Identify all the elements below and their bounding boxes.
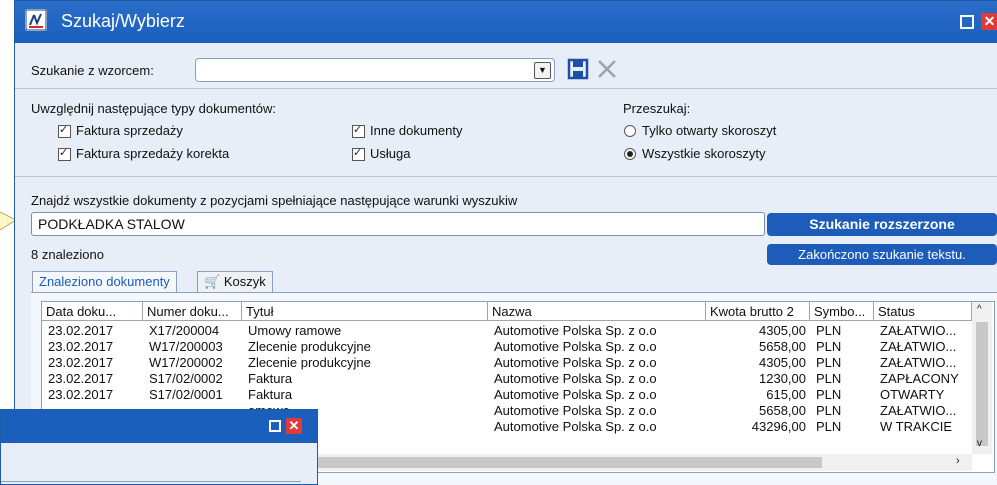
table-cell[interactable]: 23.02.2017 — [48, 339, 143, 355]
overlay-window: ✕ — [0, 409, 318, 485]
scrollbar-thumb[interactable] — [302, 457, 822, 468]
checkbox-label: Faktura sprzedaży — [76, 123, 183, 138]
table-cell[interactable]: 1230,00 — [710, 371, 806, 387]
table-cell[interactable]: PLN — [816, 371, 872, 387]
clear-x-icon[interactable] — [595, 57, 619, 81]
checkbox-label: Faktura sprzedaży korekta — [76, 146, 230, 161]
table-cell[interactable]: PLN — [816, 403, 872, 419]
table-cell[interactable]: Automotive Polska Sp. z o.o — [494, 339, 706, 355]
conditions-label: Znajdź wszystkie dokumenty z pozycjami s… — [31, 193, 518, 208]
table-cell[interactable]: 23.02.2017 — [48, 323, 143, 339]
table-cell[interactable]: PLN — [816, 339, 872, 355]
table-cell[interactable]: Automotive Polska Sp. z o.o — [494, 387, 706, 403]
table-cell[interactable]: PLN — [816, 323, 872, 339]
tab-found-documents[interactable]: Znaleziono dokumenty — [32, 271, 177, 293]
column-header-status[interactable]: Status — [874, 302, 972, 321]
separator — [15, 88, 997, 89]
scrollbar-thumb[interactable] — [976, 322, 988, 446]
table-cell[interactable]: ZAŁATWIO... — [880, 339, 970, 355]
table-cell[interactable]: 5658,00 — [710, 403, 806, 419]
table-cell[interactable]: 5658,00 — [710, 339, 806, 355]
found-count: 8 znaleziono — [31, 247, 104, 262]
table-cell[interactable]: Faktura — [248, 387, 488, 403]
search-in-label: Przeszukaj: — [623, 101, 691, 116]
table-cell[interactable]: 615,00 — [710, 387, 806, 403]
table-cell[interactable]: ZAŁATWIO... — [880, 403, 970, 419]
title-bar: Szukaj/Wybierz ✕ — [15, 1, 997, 43]
separator — [1, 481, 301, 482]
table-cell[interactable]: Umowy ramowe — [248, 323, 488, 339]
radio-all-workbooks[interactable] — [624, 148, 636, 160]
table-cell[interactable]: S17/02/0001 — [149, 387, 244, 403]
table-cell[interactable]: 23.02.2017 — [48, 387, 143, 403]
overlay-title-bar: ✕ — [1, 410, 317, 443]
separator — [15, 176, 997, 177]
vertical-scrollbar[interactable]: ^ v — [972, 302, 992, 454]
table-cell[interactable]: W TRAKCIE — [880, 419, 970, 435]
table-cell[interactable]: Automotive Polska Sp. z o.o — [494, 323, 706, 339]
table-cell[interactable]: Faktura — [248, 371, 488, 387]
scroll-down-icon[interactable]: v — [977, 438, 982, 449]
dropdown-arrow-icon[interactable]: ▼ — [534, 62, 551, 79]
checkbox-inne-dokumenty[interactable] — [352, 123, 365, 138]
table-cell[interactable]: OTWARTY — [880, 387, 970, 403]
table-cell[interactable]: 23.02.2017 — [48, 355, 143, 371]
table-cell[interactable]: S17/02/0002 — [149, 371, 244, 387]
checkbox-usluga[interactable] — [352, 146, 365, 161]
tab-basket[interactable]: 🛒 Koszyk — [197, 271, 273, 293]
search-input[interactable]: PODKŁADKA STALOW — [31, 212, 765, 236]
tab-label: Koszyk — [223, 274, 266, 289]
column-header-number[interactable]: Numer doku... — [143, 302, 242, 321]
table-cell[interactable]: 43296,00 — [710, 419, 806, 435]
table-cell[interactable]: 23.02.2017 — [48, 371, 143, 387]
scroll-right-icon[interactable]: › — [956, 455, 960, 467]
column-header-title[interactable]: Tytuł — [242, 302, 488, 321]
table-cell[interactable]: ZAPŁACONY — [880, 371, 970, 387]
table-cell[interactable]: Automotive Polska Sp. z o.o — [494, 419, 706, 435]
table-cell[interactable]: Zlecenie produkcyjne — [248, 355, 488, 371]
save-icon[interactable] — [567, 58, 589, 80]
table-cell[interactable]: W17/200003 — [149, 339, 244, 355]
table-cell[interactable]: ZAŁATWIO... — [880, 323, 970, 339]
table-cell[interactable]: Automotive Polska Sp. z o.o — [494, 371, 706, 387]
tab-label: Znaleziono dokumenty — [39, 274, 170, 289]
table-cell[interactable]: PLN — [816, 419, 872, 435]
close-icon[interactable]: ✕ — [286, 418, 302, 434]
maximize-icon[interactable] — [960, 15, 974, 29]
app-logo-icon — [25, 9, 47, 31]
table-cell[interactable]: X17/200004 — [149, 323, 244, 339]
column-header-date[interactable]: Data doku... — [42, 302, 143, 321]
table-cell[interactable]: W17/200002 — [149, 355, 244, 371]
checkbox-label: Usługa — [370, 146, 411, 161]
table-cell[interactable]: PLN — [816, 387, 872, 403]
table-cell[interactable]: ZAŁATWIO... — [880, 355, 970, 371]
table-cell[interactable]: Automotive Polska Sp. z o.o — [494, 403, 706, 419]
window-title: Szukaj/Wybierz — [61, 11, 185, 31]
table-cell[interactable]: Zlecenie produkcyjne — [248, 339, 488, 355]
checkbox-faktura-sprzedazy[interactable] — [58, 123, 71, 138]
checkbox-faktura-korekta[interactable] — [58, 146, 71, 161]
checkbox-label: Inne dokumenty — [370, 123, 463, 138]
scroll-up-icon[interactable]: ^ — [977, 304, 982, 315]
extended-search-button[interactable]: Szukanie rozszerzone — [767, 213, 997, 236]
radio-open-workbook[interactable] — [624, 125, 636, 137]
table-cell[interactable]: Automotive Polska Sp. z o.o — [494, 355, 706, 371]
radio-label: Wszystkie skoroszyty — [642, 146, 766, 161]
column-header-name[interactable]: Nazwa — [488, 302, 706, 321]
close-icon[interactable]: ✕ — [981, 13, 997, 30]
column-header-symbol[interactable]: Symbo... — [810, 302, 874, 321]
column-header-amount[interactable]: Kwota brutto 2 — [706, 302, 810, 321]
pattern-combobox[interactable]: ▼ — [195, 58, 555, 82]
pattern-label: Szukanie z wzorcem: — [31, 63, 154, 78]
table-cell[interactable]: 4305,00 — [710, 323, 806, 339]
table-cell[interactable]: PLN — [816, 355, 872, 371]
basket-icon: 🛒 — [204, 274, 221, 289]
horizontal-scrollbar[interactable]: › — [302, 454, 972, 471]
radio-label: Tylko otwarty skoroszyt — [642, 123, 777, 138]
search-status-button: Zakończono szukanie tekstu. — [767, 244, 997, 265]
search-input-value: PODKŁADKA STALOW — [38, 216, 185, 232]
maximize-icon[interactable] — [269, 420, 281, 432]
doc-types-label: Uwzględnij następujące typy dokumentów: — [31, 101, 276, 116]
table-cell[interactable]: 4305,00 — [710, 355, 806, 371]
